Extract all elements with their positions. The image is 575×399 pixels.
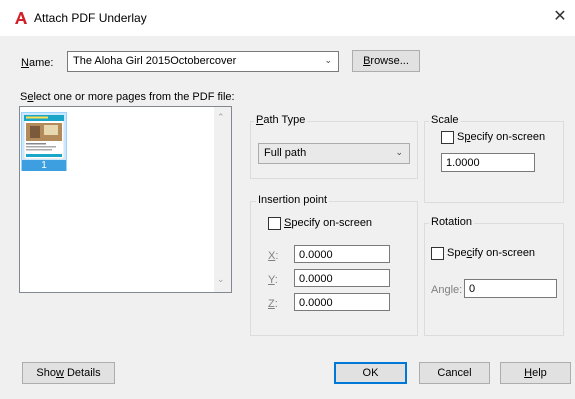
z-label: Z: [268, 298, 278, 310]
page-thumbnail-image [24, 115, 64, 159]
angle-label: Angle: [431, 284, 463, 296]
name-dropdown-value: The Aloha Girl 2015Octobercover [73, 55, 237, 67]
ok-button[interactable]: OK [334, 362, 407, 384]
path-type-title: Path Type [254, 114, 308, 126]
scale-title: Scale [429, 114, 461, 126]
show-details-button[interactable]: Show Details [22, 362, 115, 384]
browse-button[interactable]: Browse... [352, 50, 420, 72]
scale-specify-label: Specify on-screen [457, 131, 546, 143]
scroll-up-icon[interactable]: ⌃ [217, 112, 225, 123]
rotation-specify-checkbox[interactable] [431, 247, 444, 260]
rotation-title: Rotation [429, 216, 474, 228]
x-input[interactable]: 0.0000 [294, 245, 390, 263]
chevron-down-icon: ⌄ [395, 147, 403, 157]
angle-input[interactable]: 0 [464, 279, 557, 298]
name-dropdown[interactable]: The Aloha Girl 2015Octobercover ⌄ [67, 51, 339, 72]
close-icon[interactable]: ✕ [551, 8, 569, 26]
name-label: Name: [21, 57, 54, 69]
insertion-point-title: Insertion point [256, 194, 330, 206]
insertion-specify-label: Specify on-screen [284, 217, 373, 229]
path-type-dropdown[interactable]: Full path ⌄ [258, 143, 410, 164]
insertion-specify-checkbox[interactable] [268, 217, 281, 230]
rotation-specify-label: Specify on-screen [447, 247, 536, 259]
pages-scrollbar[interactable] [214, 107, 231, 292]
x-label: X: [268, 250, 279, 262]
chevron-down-icon: ⌄ [324, 55, 332, 65]
y-label: Y: [268, 274, 278, 286]
page-number-badge: 1 [22, 160, 66, 171]
scale-input[interactable]: 1.0000 [441, 153, 535, 172]
cancel-button[interactable]: Cancel [419, 362, 490, 384]
path-type-value: Full path [264, 147, 307, 159]
help-button[interactable]: Help [500, 362, 571, 384]
scroll-down-icon[interactable]: ⌄ [217, 274, 225, 285]
y-input[interactable]: 0.0000 [294, 269, 390, 287]
autocad-logo-icon [15, 12, 27, 24]
pages-label: Select one or more pages from the PDF fi… [20, 91, 235, 103]
window-title: Attach PDF Underlay [34, 11, 147, 25]
z-input[interactable]: 0.0000 [294, 293, 390, 311]
scale-specify-checkbox[interactable] [441, 131, 454, 144]
